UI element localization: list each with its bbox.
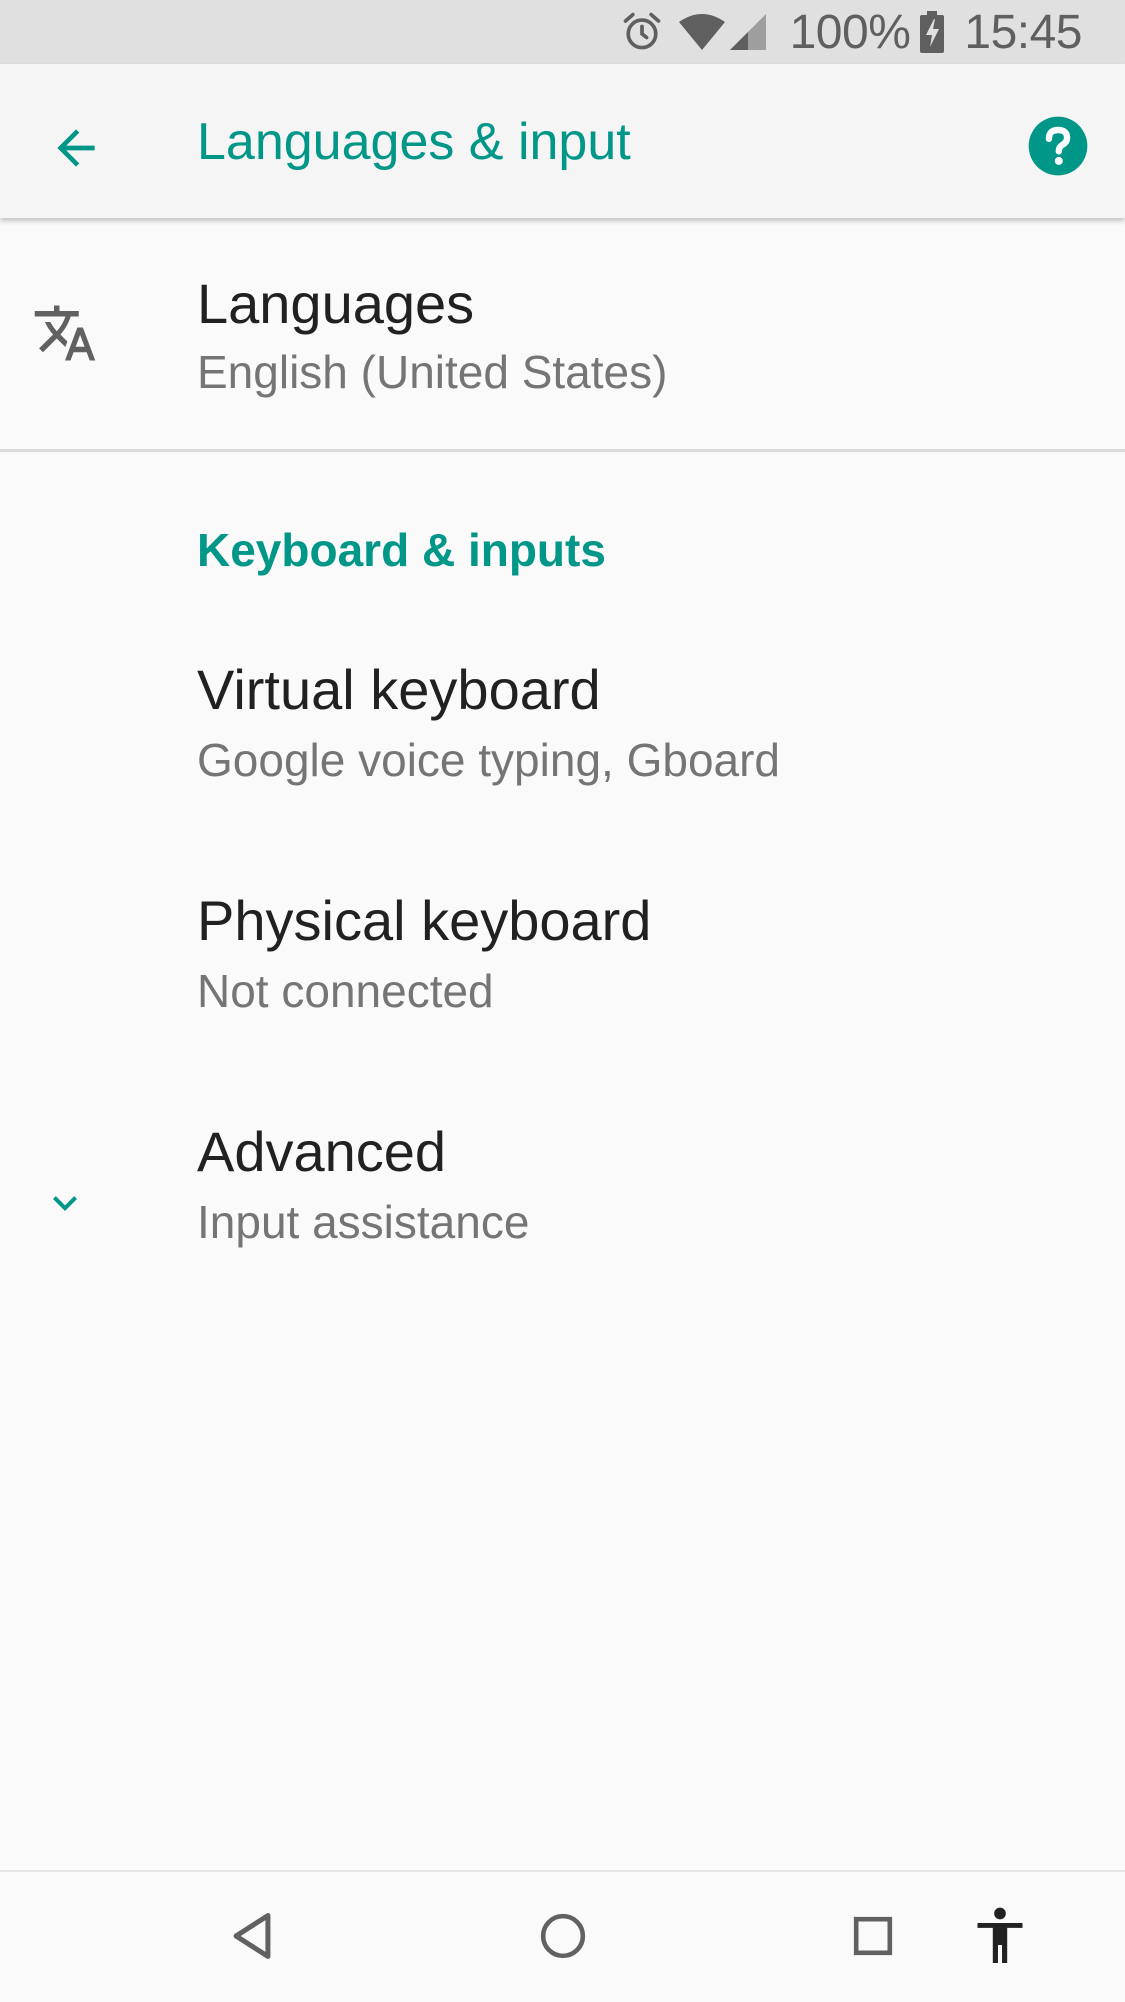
nav-home-button[interactable] [508, 1872, 618, 2000]
nav-back-button[interactable] [197, 1872, 307, 2000]
physical-keyboard-title: Physical keyboard [197, 889, 652, 952]
home-nav-icon [540, 1913, 586, 1959]
languages-row[interactable]: Languages English (United States) [0, 218, 1125, 449]
help-icon [1028, 116, 1088, 176]
battery-charging-icon [920, 11, 945, 53]
arrow-back-icon [57, 129, 95, 167]
advanced-title: Advanced [197, 1120, 447, 1183]
chevron-down-icon [40, 1178, 90, 1228]
translate-icon [30, 298, 100, 368]
back-nav-icon [233, 1913, 271, 1959]
languages-subtitle: English (United States) [197, 346, 668, 398]
accessibility-button[interactable] [945, 1872, 1055, 2000]
virtual-keyboard-title: Virtual keyboard [197, 658, 601, 721]
status-bar: 100% 15:45 [0, 0, 1125, 64]
navigation-bar [0, 1870, 1125, 2002]
page-title: Languages & input [197, 113, 631, 171]
recents-nav-icon [853, 1916, 893, 1956]
app-bar: Languages & input [0, 64, 1125, 218]
help-button[interactable] [1026, 114, 1090, 178]
nav-recents-button[interactable] [818, 1872, 928, 2000]
physical-keyboard-subtitle: Not connected [197, 965, 494, 1017]
status-icons: 100% 15:45 [620, 0, 1082, 64]
battery-percent: 100% [789, 5, 911, 59]
advanced-row[interactable]: Advanced Input assistance [0, 1092, 1125, 1323]
divider [0, 449, 1125, 452]
clock: 15:45 [964, 5, 1082, 59]
physical-keyboard-row[interactable]: Physical keyboard Not connected [0, 861, 1125, 1092]
section-header-keyboard-inputs: Keyboard & inputs [197, 524, 606, 576]
advanced-subtitle: Input assistance [197, 1196, 530, 1248]
wifi-icon [678, 14, 725, 50]
accessibility-icon [977, 1907, 1023, 1963]
back-button[interactable] [30, 102, 122, 194]
virtual-keyboard-row[interactable]: Virtual keyboard Google voice typing, Gb… [0, 630, 1125, 861]
virtual-keyboard-subtitle: Google voice typing, Gboard [197, 734, 781, 786]
alarm-icon [623, 12, 660, 50]
languages-title: Languages [197, 272, 475, 335]
signal-icon [729, 14, 766, 50]
